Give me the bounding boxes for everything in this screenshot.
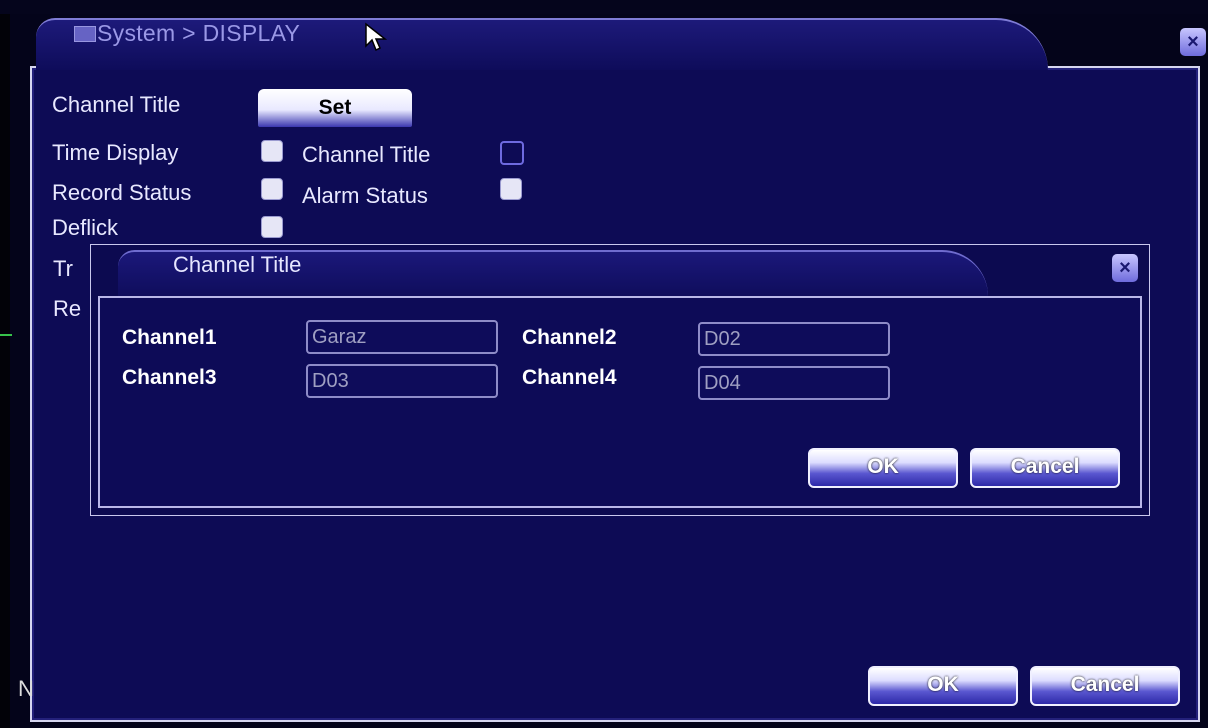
channel1-name-input[interactable] — [306, 320, 498, 354]
screen-artifact-line — [0, 334, 12, 336]
time-display-checkbox[interactable] — [261, 140, 283, 162]
alarm-status-checkbox[interactable] — [500, 178, 522, 200]
channel3-label: Channel3 — [122, 366, 217, 389]
dialog-cancel-button[interactable]: Cancel — [970, 448, 1120, 488]
channel-title-checkbox[interactable] — [500, 141, 524, 165]
main-ok-button[interactable]: OK — [868, 666, 1018, 706]
record-status-checkbox[interactable] — [261, 178, 283, 200]
channel2-label: Channel2 — [522, 326, 617, 349]
channel1-label: Channel1 — [122, 326, 217, 349]
screen-bezel — [0, 0, 10, 728]
channel-title-label: Channel Title — [52, 92, 181, 117]
mouse-cursor-icon — [365, 22, 388, 52]
window-breadcrumb: System > DISPLAY — [97, 20, 301, 46]
record-status-label: Record Status — [52, 180, 192, 205]
dialog-title: Channel Title — [173, 252, 302, 277]
channel4-label: Channel4 — [522, 366, 617, 389]
close-dialog-button[interactable]: × — [1112, 254, 1138, 282]
channel2-name-input[interactable] — [698, 322, 890, 356]
main-cancel-button[interactable]: Cancel — [1030, 666, 1180, 706]
channel-title-set-button[interactable]: Set — [258, 89, 412, 127]
channel3-name-input[interactable] — [306, 364, 498, 398]
deflick-label: Deflick — [52, 215, 119, 240]
screen-top-edge — [0, 0, 1208, 14]
channel-title-toggle-label: Channel Title — [302, 142, 431, 167]
channel4-name-input[interactable] — [698, 366, 890, 400]
alarm-status-label: Alarm Status — [302, 183, 428, 208]
close-window-button[interactable]: × — [1180, 28, 1206, 56]
deflick-checkbox[interactable] — [261, 216, 283, 238]
dialog-ok-button[interactable]: OK — [808, 448, 958, 488]
time-display-label: Time Display — [52, 140, 179, 165]
obscured-label-1: Tr — [53, 256, 73, 281]
screen-edge-char: N — [18, 676, 34, 701]
monitor-icon — [74, 26, 96, 42]
obscured-label-2: Re — [53, 296, 82, 321]
